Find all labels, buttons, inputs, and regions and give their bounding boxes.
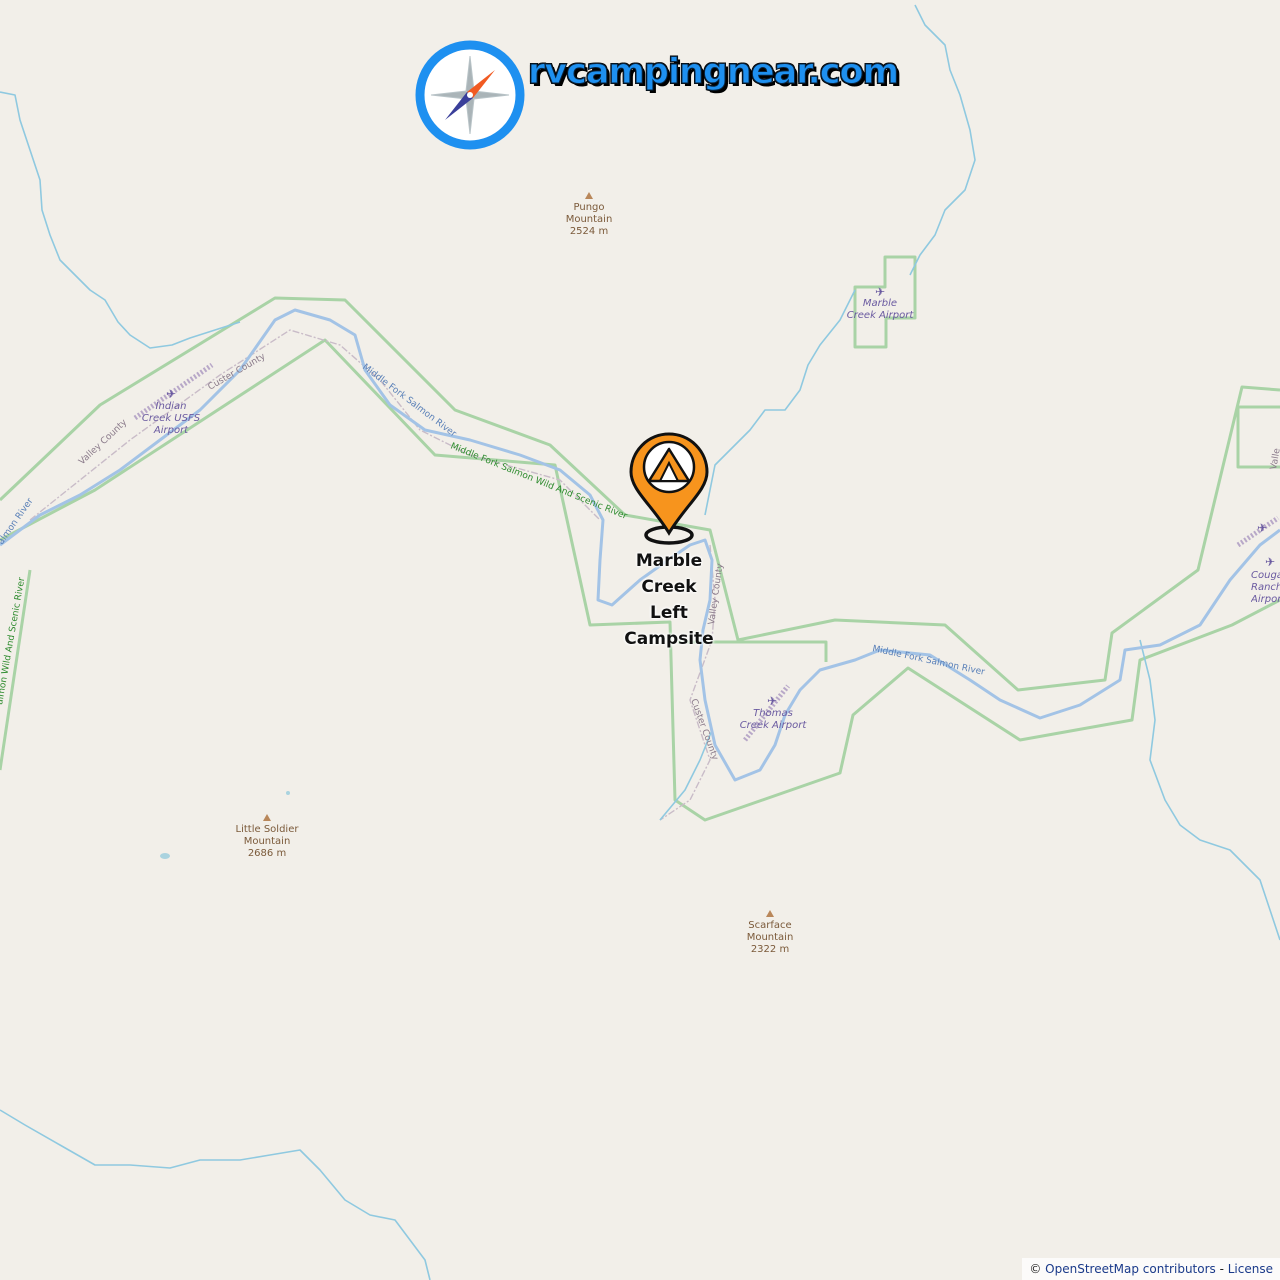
peak-elevation: 2322 m <box>750 944 790 955</box>
airport-name: Couga <box>1251 570 1280 581</box>
logo-text: rvcampingnear.com <box>527 52 899 93</box>
campsite-label-line: Left <box>650 603 688 623</box>
river-label: Middle Fork Salmon River <box>871 644 985 678</box>
airport-name: Creek USFS <box>141 413 201 424</box>
lake <box>160 853 170 859</box>
county-label: Custer County <box>688 698 720 763</box>
site-logo[interactable]: rvcampingnear.com <box>415 40 900 152</box>
peak-name: Mountain <box>243 836 291 847</box>
county-label: Valley County <box>77 417 129 467</box>
svg-text:✈: ✈ <box>1265 555 1275 569</box>
attribution-prefix: © <box>1029 1262 1046 1276</box>
peak-label-pungo: Pungo Mountain 2524 m <box>548 202 630 238</box>
svg-text:✈: ✈ <box>767 694 777 708</box>
peak-name: Mountain <box>565 214 613 225</box>
airport-name: Thomas <box>753 708 793 719</box>
svg-text:✈: ✈ <box>875 285 885 299</box>
attribution-separator: - <box>1215 1262 1228 1276</box>
peak-elevation: 2524 m <box>569 226 609 237</box>
airport-label-thomas-creek: Thomas Creek Airport <box>728 708 818 732</box>
airport-label-indian-creek: Indian Creek USFS Airport <box>131 401 211 437</box>
airport-label-marble-creek: Marble Creek Airport <box>835 298 925 322</box>
airport-name: Airport <box>153 425 189 436</box>
campsite-label: Marble Creek Left Campsite <box>618 548 720 652</box>
peak-label-scarface: Scarface Mountain 2322 m <box>729 920 811 956</box>
lake <box>286 791 290 795</box>
campsite-label-line: Creek <box>641 577 697 597</box>
peak-name: Scarface <box>748 920 792 931</box>
peak-label-little-soldier: Little Soldier Mountain 2686 m <box>216 824 318 860</box>
compass-icon <box>415 40 525 150</box>
county-label: Custer County <box>207 351 268 392</box>
airport-name: Marble <box>862 298 898 309</box>
peak-name: Little Soldier <box>235 824 299 835</box>
peak-name: Pungo <box>573 202 605 213</box>
peak-name: Mountain <box>746 932 794 943</box>
county-label: Valle <box>1269 447 1280 470</box>
airport-name: Ranch <box>1251 582 1280 593</box>
protected-area-boundary <box>0 255 1280 822</box>
campsite-label-line: Marble <box>635 551 703 571</box>
svg-text:✈: ✈ <box>1257 521 1267 535</box>
scenic-river-label: Middle Fork Salmon Wild And Scenic River <box>449 442 629 522</box>
license-link[interactable]: License <box>1228 1262 1273 1276</box>
svg-text:✈: ✈ <box>166 387 176 401</box>
campsite-label-line: Campsite <box>624 629 714 649</box>
airport-name: Creek Airport <box>846 310 914 321</box>
osm-link[interactable]: OpenStreetMap contributors <box>1045 1262 1216 1276</box>
peak-elevation: 2686 m <box>247 848 287 859</box>
airport-name: Indian <box>155 401 187 412</box>
airport-name: Airpor <box>1251 594 1280 605</box>
airport-label-cougar-ranch: Couga Ranch Airpor <box>1251 570 1280 606</box>
map-attribution: © OpenStreetMap contributors - License <box>1022 1258 1280 1280</box>
airport-name: Creek Airport <box>739 720 807 731</box>
